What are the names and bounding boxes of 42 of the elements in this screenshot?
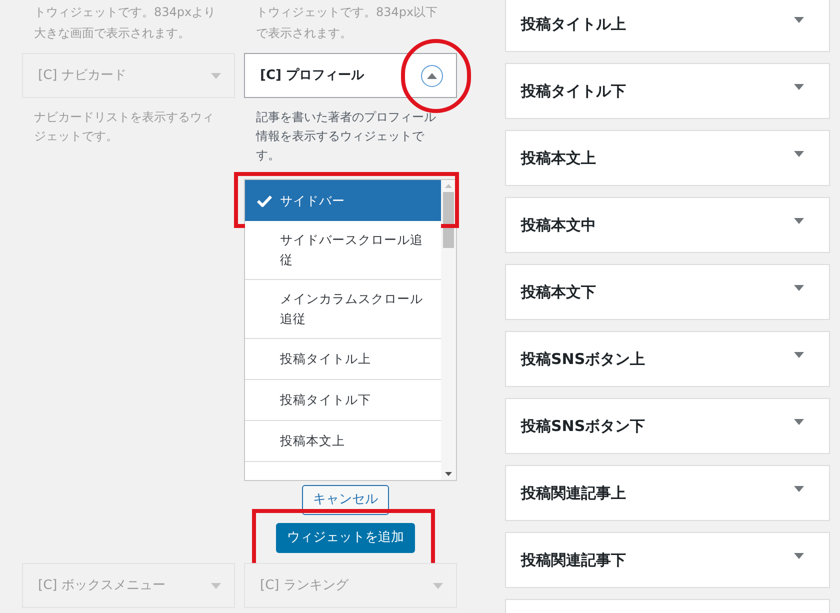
scrollbar[interactable]	[441, 180, 456, 480]
widget-area-title: 投稿関連記事下	[521, 550, 626, 571]
widget-description: トウィジェットです。834px以下で表示されます。	[255, 4, 439, 42]
add-widget-button[interactable]: ウィジェットを追加	[276, 523, 415, 553]
widget-area-title: 投稿本文下	[521, 282, 596, 303]
widget-header[interactable]: [C] プロフィール	[244, 53, 457, 98]
widget-title: [C] プロフィール	[260, 66, 364, 85]
area-option-label: メインカラムスクロール追従	[280, 290, 424, 328]
widget-area-header[interactable]: 投稿SNSボタン下	[505, 398, 830, 454]
widget-area-header[interactable]: 投稿関連記事上	[505, 465, 830, 521]
widget-area-header[interactable]: 投稿SNSボタン上	[505, 331, 830, 387]
widget-area-title: 投稿本文中	[521, 214, 596, 236]
area-option-label: サイドバースクロール追従	[280, 231, 424, 269]
widget-area-title: 投稿SNSボタン下	[521, 416, 646, 437]
widget-description: トウィジェットです。834pxより大きな画面で表示されます。	[33, 4, 217, 42]
widget-description: ナビカードリストを表示するウィジェットです。	[33, 109, 215, 145]
area-option[interactable]: サイドバー	[245, 180, 441, 221]
area-option-label: 投稿タイトル上	[280, 350, 371, 368]
area-option[interactable]: サイドバースクロール追従	[245, 221, 441, 280]
area-option-label: 投稿本文上	[280, 432, 345, 450]
widget-title: [C] ランキング	[260, 576, 348, 595]
widget-area-title: 投稿SNSボタン上	[521, 348, 646, 370]
widget-area-title: 投稿タイトル上	[521, 14, 626, 35]
caret-up-icon	[427, 72, 437, 78]
widget-area-title: 投稿タイトル下	[521, 80, 626, 102]
scrollbar-thumb[interactable]	[443, 192, 454, 248]
widget-area-header[interactable]: 投稿タイトル上	[505, 0, 830, 52]
area-option-label: 投稿タイトル下	[280, 391, 371, 409]
widget-title: [C] ボックスメニュー	[38, 576, 166, 595]
widget-area-header[interactable]: 投稿関連記事下	[505, 532, 830, 588]
widget-area-title: 投稿関連記事上	[521, 482, 626, 504]
widget-area-header[interactable]: 投稿本文下	[505, 264, 830, 320]
widget-area-title: 投稿本文上	[521, 148, 596, 169]
widget-area-header[interactable]: 投稿本文上	[505, 130, 830, 186]
scroll-down-icon[interactable]	[445, 472, 452, 476]
widget-toggle-button[interactable]	[421, 64, 443, 86]
area-option-label: サイドバー	[280, 192, 345, 210]
widget-area-header[interactable]: 投稿タイトル下	[505, 63, 830, 119]
widget-area-header[interactable]: 投稿本文中	[505, 197, 830, 253]
check-icon	[257, 194, 272, 206]
widget-title: [C] ナビカード	[38, 66, 126, 85]
widget-description: 記事を書いた著者のプロフィール情報を表示するウィジェットです。	[254, 109, 437, 164]
